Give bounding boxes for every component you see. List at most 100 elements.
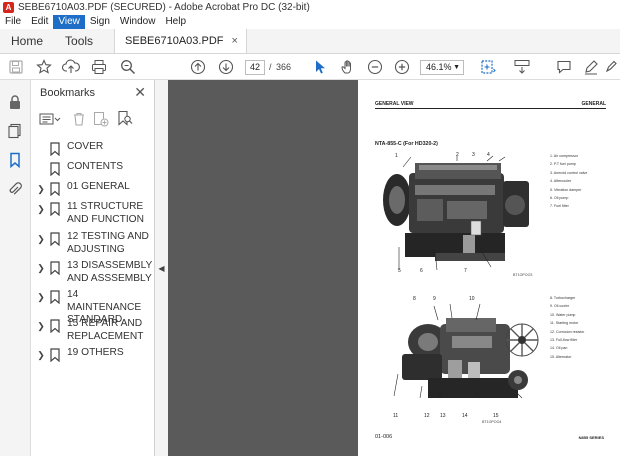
callout-label: 6 [420, 268, 423, 274]
pen-icon[interactable] [582, 58, 600, 76]
callout-label: 13 [440, 413, 446, 419]
menu-edit[interactable]: Edit [26, 15, 53, 29]
bookmark-item-general[interactable]: ❯ 01 GENERAL [31, 178, 155, 198]
bookmark-label: 19 OTHERS [67, 347, 124, 358]
options-icon[interactable] [39, 112, 61, 129]
page-down-icon[interactable] [217, 58, 235, 76]
menu-help[interactable]: Help [160, 15, 191, 29]
engine-model-title: NTA-855-C (For HD320-2) [375, 141, 438, 147]
series-label: N855 SERIES [578, 435, 604, 440]
bookmark-icon[interactable] [6, 151, 24, 169]
bookmark-item-structure[interactable]: ❯ 11 STRUCTURE AND FUNCTION [31, 198, 155, 228]
menu-view[interactable]: View [53, 15, 85, 29]
save-icon[interactable] [7, 58, 25, 76]
sign-icon[interactable] [602, 58, 620, 76]
document-tab-label: SEBE6710A03.PDF [125, 34, 224, 47]
legend-item: 5. Vibration damper [550, 187, 582, 192]
page-header-left: GENERAL VIEW [375, 101, 414, 107]
bookmark-list: › COVER › CONTENTS ❯ 01 GENERAL ❯ 11 STR… [31, 138, 155, 364]
document-viewport[interactable]: GENERAL VIEW GENERAL NTA-855-C (For HD32… [168, 80, 620, 456]
menu-sign[interactable]: Sign [85, 15, 115, 29]
tab-home[interactable]: Home [0, 29, 54, 53]
chevron-down-icon: ▼ [453, 64, 460, 71]
expand-chevron-icon[interactable]: ❯ [35, 234, 47, 245]
search-icon[interactable] [119, 58, 137, 76]
bookmark-flag-icon [50, 162, 60, 176]
expand-chevron-icon[interactable]: ❯ [35, 204, 47, 215]
page-separator: / [269, 62, 272, 72]
header-rule [375, 108, 606, 109]
bookmark-item-maintenance[interactable]: ❯ 14 MAINTENANCE STANDARD [31, 286, 155, 325]
legend-item: 13. Full-flow filter [550, 337, 578, 342]
menu-window[interactable]: Window [115, 15, 161, 29]
acrobat-app-icon: A [3, 2, 14, 13]
bookmark-label: CONTENTS [67, 161, 124, 172]
callout-label: 7 [464, 268, 467, 274]
bookmark-label: 15 REPAIR AND REPLACEMENT [67, 318, 144, 342]
legend-item: 6. Oil pump [550, 195, 569, 200]
bookmark-flag-icon [50, 290, 60, 304]
new-bookmark-icon[interactable] [93, 111, 109, 130]
expand-chevron-icon[interactable]: ❯ [35, 263, 47, 274]
zoom-in-icon[interactable] [393, 58, 411, 76]
current-page-input[interactable]: 42 [245, 60, 265, 75]
parts-legend-bottom: 8. Turbocharger 9. Oil cooler 10. Water … [550, 294, 615, 361]
fit-page-icon[interactable] [479, 58, 497, 76]
expand-chevron-icon[interactable]: ❯ [35, 321, 47, 332]
lock-icon[interactable] [6, 93, 24, 111]
bookmark-item-contents[interactable]: › CONTENTS [31, 158, 155, 178]
bookmark-item-cover[interactable]: › COVER [31, 138, 155, 158]
star-icon[interactable] [35, 58, 53, 76]
callout-label: 5 [398, 268, 401, 274]
delete-icon[interactable] [72, 111, 86, 130]
legend-item: 11. Starting motor [550, 321, 579, 326]
attachment-icon[interactable] [6, 180, 24, 198]
legend-item: 2. P.T fuel pump [550, 162, 576, 167]
bookmark-flag-icon [50, 261, 60, 275]
legend-item: 14. Oil pan [550, 346, 568, 351]
bookmark-flag-icon [50, 319, 60, 333]
close-tab-icon[interactable]: × [231, 29, 237, 54]
legend-item: 9. Oil cooler [550, 304, 570, 309]
bookmark-tools [39, 110, 149, 130]
callout-label: 12 [424, 413, 430, 419]
bookmark-item-repair[interactable]: ❯ 15 REPAIR AND REPLACEMENT [31, 315, 155, 344]
pages-icon[interactable] [6, 122, 24, 140]
tab-bar: Home Tools SEBE6710A03.PDF × [0, 29, 620, 54]
expand-chevron-icon[interactable]: ❯ [35, 184, 47, 195]
print-icon[interactable] [90, 58, 108, 76]
bookmark-item-disassembly[interactable]: ❯ 13 DISASSEMBLY AND ASSSEMBLY [31, 257, 155, 286]
callout-label: 10 [469, 296, 475, 302]
scroll-mode-icon[interactable] [513, 58, 531, 76]
zoom-level-select[interactable]: 46.1% ▼ [420, 60, 464, 75]
tab-document[interactable]: SEBE6710A03.PDF × [114, 29, 247, 53]
select-cursor-icon[interactable] [311, 58, 329, 76]
menu-bar: File Edit View Sign Window Help [0, 15, 620, 29]
comment-icon[interactable] [555, 58, 573, 76]
legend-item: 7. Fuel filter [550, 204, 569, 209]
bookmark-label: 01 GENERAL [67, 181, 130, 192]
upload-icon[interactable] [62, 58, 80, 76]
zoom-out-icon[interactable] [366, 58, 384, 76]
window-title: SEBE6710A03.PDF (SECURED) - Adobe Acroba… [18, 2, 310, 13]
bookmark-flag-icon [50, 202, 60, 216]
close-panel-icon[interactable]: ✕ [134, 84, 146, 101]
page-up-icon[interactable] [189, 58, 207, 76]
callout-label: 14 [462, 413, 468, 419]
callout-label: 2 [456, 152, 459, 158]
bookmark-item-testing[interactable]: ❯ 12 TESTING AND ADJUSTING [31, 228, 155, 257]
menu-file[interactable]: File [0, 15, 26, 29]
expand-chevron-icon[interactable]: ❯ [35, 350, 47, 361]
callout-label: 3 [472, 152, 475, 158]
callout-label: 9 [433, 296, 436, 302]
bookmark-search-icon[interactable] [117, 110, 133, 129]
legend-item: 12. Corrosion resistor [550, 329, 585, 334]
expand-chevron-icon[interactable]: ❯ [35, 292, 47, 303]
bookmark-flag-icon [50, 232, 60, 246]
panel-collapse-handle[interactable]: ◀ [155, 80, 168, 456]
bookmark-item-others[interactable]: ❯ 19 OTHERS [31, 344, 155, 364]
tab-tools[interactable]: Tools [54, 29, 104, 53]
bookmark-flag-icon [50, 182, 60, 196]
zoom-level-value: 46.1% [426, 62, 452, 72]
hand-icon[interactable] [339, 58, 357, 76]
